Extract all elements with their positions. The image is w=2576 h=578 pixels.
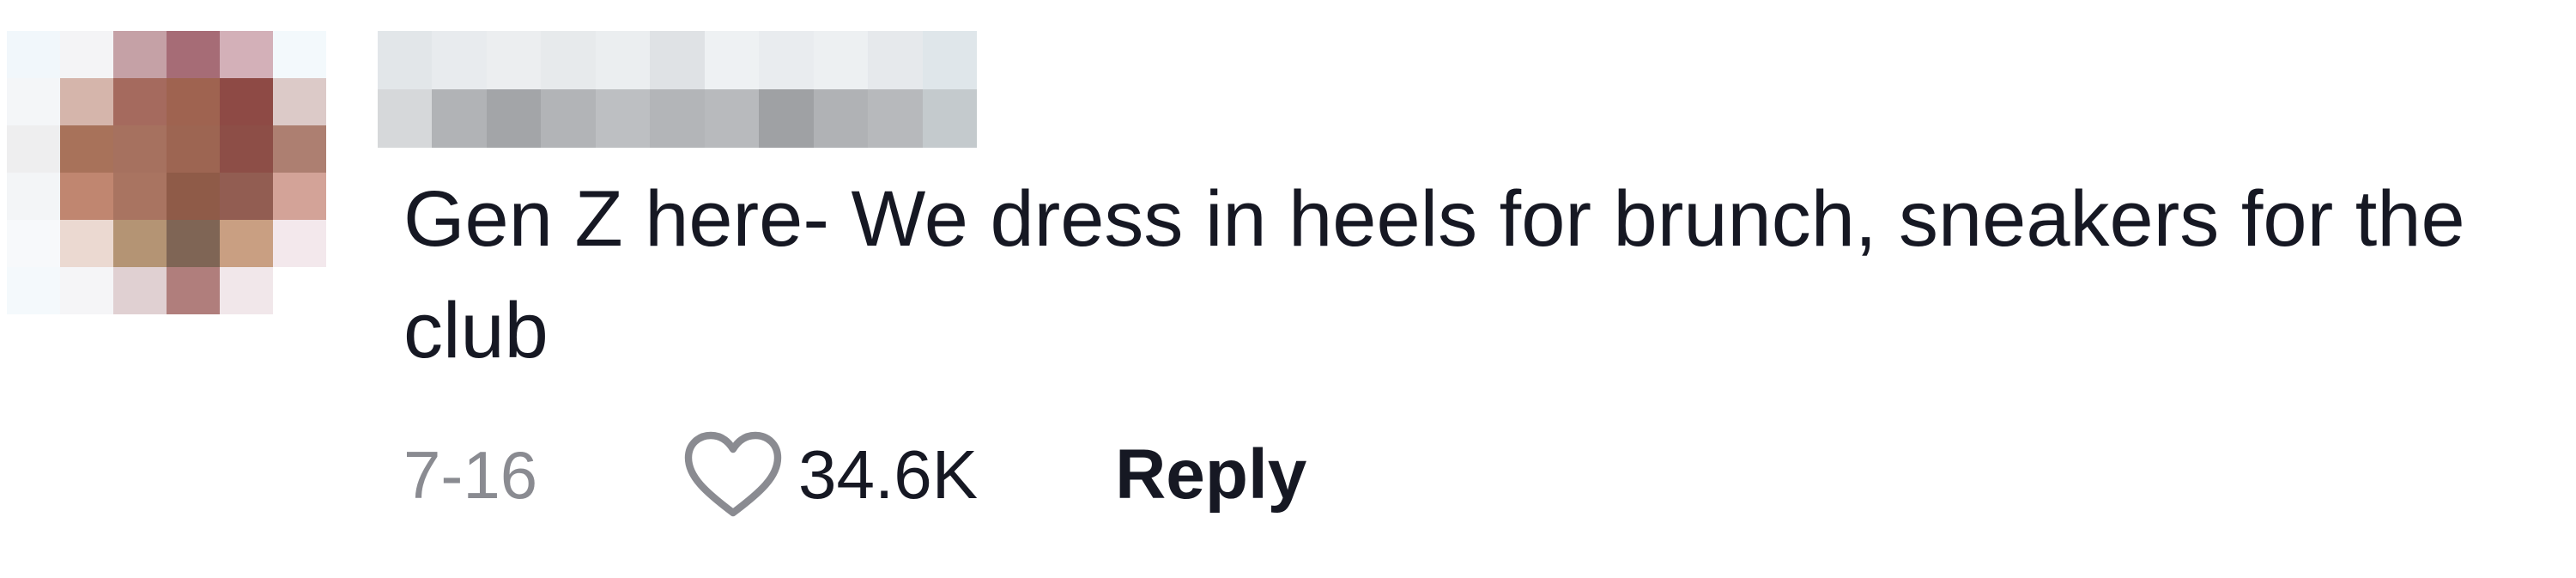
comment-text: Gen Z here- We dress in heels for brunch… [403, 175, 2465, 374]
heart-outline-icon[interactable] [678, 427, 788, 523]
comment-item: Gen Z here- We dress in heels for brunch… [0, 0, 2576, 578]
comment-date: 7-16 [403, 436, 538, 513]
avatar[interactable] [7, 31, 326, 314]
username[interactable] [378, 31, 977, 148]
comment-actions: 7-16 34.6K Reply [403, 428, 1306, 522]
like-count: 34.6K [798, 436, 979, 513]
like-button[interactable]: 34.6K [678, 427, 978, 523]
reply-button[interactable]: Reply [1115, 435, 1306, 515]
